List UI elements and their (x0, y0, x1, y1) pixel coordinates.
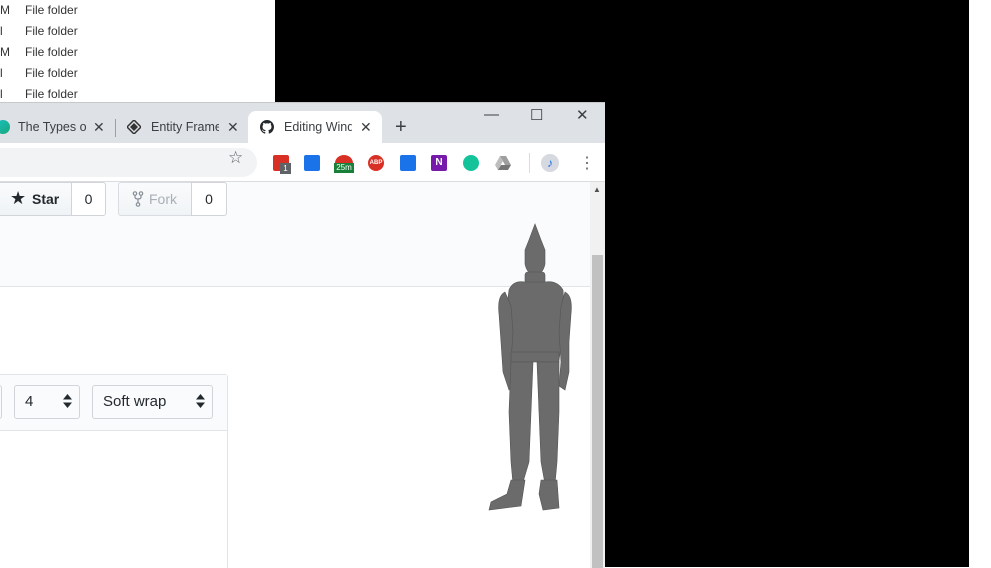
onenote-extension-icon[interactable]: N (431, 155, 447, 171)
diamond-favicon-icon (127, 120, 141, 134)
wrap-mode-value: Soft wrap (103, 393, 167, 410)
screenshot-extension-icon[interactable] (400, 155, 416, 171)
page-scrollbar[interactable]: ▲ (590, 182, 605, 568)
tab-editing-window[interactable]: Editing Wind ✕ (248, 111, 382, 143)
close-icon[interactable]: ✕ (360, 119, 372, 136)
indent-mode-select[interactable] (0, 385, 2, 419)
calendar-extension-icon[interactable]: 1 (273, 155, 291, 174)
extension-badge: 25m (334, 163, 354, 173)
timer-extension-icon[interactable]: 25m (334, 155, 354, 173)
list-item[interactable]: l File folder (0, 21, 275, 42)
star-count[interactable]: 0 (71, 182, 106, 216)
tab-title: Editing Wind (284, 120, 352, 134)
tab-entity-framework[interactable]: Entity Frame ✕ (125, 111, 245, 143)
close-window-button[interactable]: ✕ (576, 106, 589, 124)
tab-separator (115, 119, 116, 137)
tab-types-of[interactable]: The Types of ✕ (0, 111, 113, 143)
indent-size-select[interactable]: 4 (14, 385, 80, 419)
fork-label: Fork (149, 191, 177, 207)
file-type: File folder (25, 66, 78, 80)
close-icon[interactable]: ✕ (93, 119, 105, 136)
select-arrows-icon (63, 394, 72, 408)
maximize-button[interactable]: ☐ (530, 106, 543, 124)
tab-strip: The Types of ✕ Entity Frame ✕ Editing Wi… (0, 103, 605, 143)
3d-character-figure (488, 223, 572, 511)
music-note-icon[interactable]: ♪ (541, 154, 559, 172)
list-item[interactable]: l File folder (0, 63, 275, 84)
date-modified-fragment: l (0, 66, 3, 80)
date-modified-fragment: M (0, 3, 10, 17)
tab-title: Entity Frame (151, 120, 219, 134)
scrollbar-thumb[interactable] (592, 255, 603, 568)
adblock-extension-icon[interactable]: ABP (368, 155, 384, 171)
drive-extension-icon[interactable] (495, 155, 511, 171)
file-explorer-window: M File folder l File folder M File folde… (0, 0, 276, 102)
star-label: Star (32, 191, 60, 207)
tab-title: The Types of (18, 120, 86, 134)
select-arrows-icon (196, 394, 205, 408)
date-modified-fragment: l (0, 87, 3, 101)
new-tab-button[interactable]: + (395, 116, 407, 139)
address-bar[interactable] (0, 148, 257, 177)
bookmark-star-icon[interactable]: ☆ (228, 148, 243, 168)
extension-badge: 1 (280, 163, 291, 174)
fork-count[interactable]: 0 (191, 182, 227, 216)
wrap-mode-select[interactable]: Soft wrap (92, 385, 213, 419)
github-icon (260, 120, 274, 134)
star-button[interactable]: ★ Star (0, 182, 73, 216)
desktop-black-region (605, 102, 969, 567)
browser-toolbar: ☆ 1 25m ABP N ♪ ⋮ (0, 143, 605, 182)
file-type: File folder (25, 3, 78, 17)
file-editor: 4 Soft wrap (0, 374, 228, 568)
site-favicon-icon (0, 120, 10, 134)
list-item[interactable]: M File folder (0, 0, 275, 21)
desktop-black-region (275, 0, 969, 102)
fork-icon (132, 191, 144, 207)
file-type: File folder (25, 24, 78, 38)
fork-button[interactable]: Fork (118, 182, 193, 216)
editor-toolbar: 4 Soft wrap (0, 375, 227, 431)
star-icon: ★ (10, 188, 27, 208)
scroll-up-arrow-icon[interactable]: ▲ (593, 185, 601, 194)
file-type: File folder (25, 45, 78, 59)
menu-kebab-icon[interactable]: ⋮ (579, 153, 595, 173)
mail-extension-icon[interactable] (304, 155, 320, 171)
list-item[interactable]: M File folder (0, 42, 275, 63)
date-modified-fragment: l (0, 24, 3, 38)
minimize-button[interactable]: — (484, 106, 499, 123)
file-type: File folder (25, 87, 78, 101)
date-modified-fragment: M (0, 45, 10, 59)
grammarly-extension-icon[interactable] (463, 155, 479, 171)
toolbar-divider (529, 153, 530, 173)
indent-size-value: 4 (25, 393, 34, 410)
close-icon[interactable]: ✕ (227, 119, 239, 136)
